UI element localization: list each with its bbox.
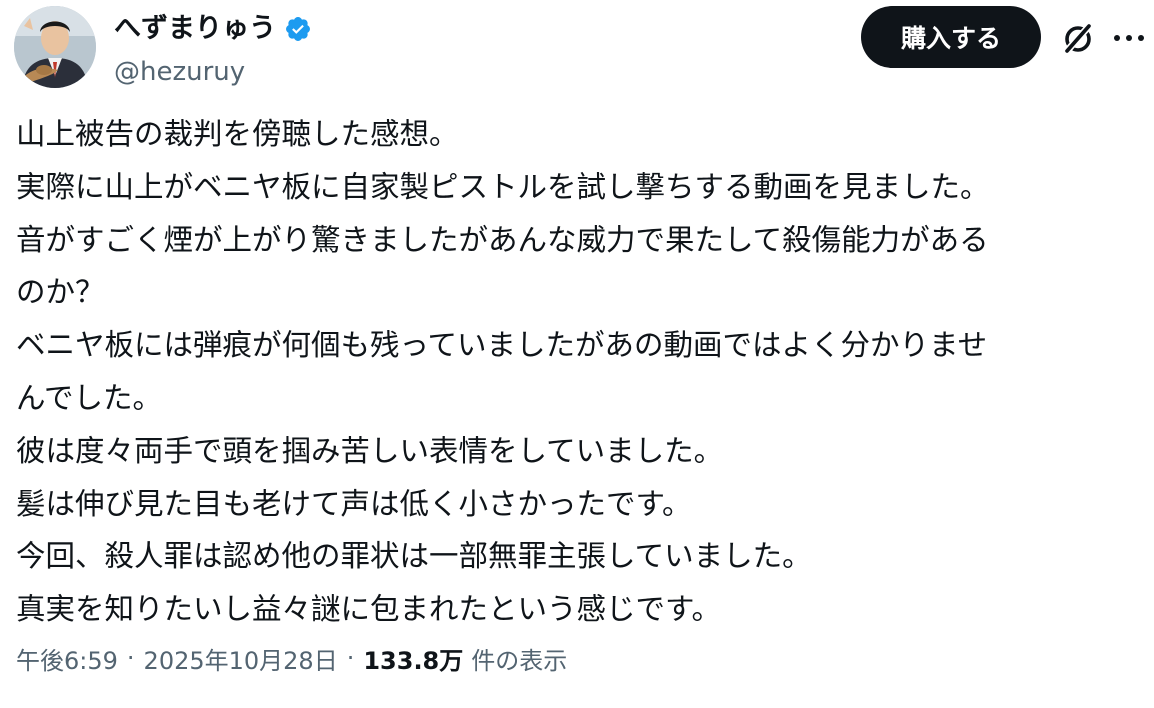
views-label: 件の表示 [471,646,568,675]
tweet-header: へずまりゅう @hezuruy 購入する [14,6,1144,88]
tweet-line: 髪は伸び見た目も老けて声は低く小さかったです。 [16,486,692,521]
tweet-line: のか？ [16,275,105,310]
avatar[interactable] [14,6,96,88]
views-count[interactable]: 133.8万 [363,641,463,676]
tweet-line: 真実を知りたいし益々謎に包まれたという感じです。 [16,592,722,627]
meta-separator: · [126,644,135,672]
avatar-photo-icon [14,6,96,88]
tweet-date[interactable]: 2025年10月28日 [144,641,338,676]
tweet-text: 山上被告の裁判を傍聴した感想。 実際に山上がベニヤ板に自家製ピストルを試し撃ちす… [16,108,1142,636]
buy-button[interactable]: 購入する [861,6,1041,68]
tweet-time[interactable]: 午後6:59 [16,641,118,676]
grok-icon[interactable] [1058,18,1098,58]
tweet-line: 今回、殺人罪は認め他の罪状は一部無罪主張していました。 [16,539,812,574]
author-handle[interactable]: @hezuruy [114,54,312,90]
verified-badge-icon[interactable] [284,15,312,43]
tweet-line: 彼は度々両手で頭を掴み苦しい表情をしていました。 [16,433,724,468]
tweet-line: ベニヤ板には弾痕が何個も残っていましたがあの動画ではよく分かりませ [16,328,988,363]
more-options-icon[interactable] [1109,18,1149,58]
tweet-line: 音がすごく煙が上がり驚きましたがあんな威力で果たして殺傷能力がある [16,222,989,257]
author-names: へずまりゅう @hezuruy [114,10,312,90]
tweet-line: 山上被告の裁判を傍聴した感想。 [16,117,459,151]
display-name-row: へずまりゅう [114,10,312,48]
tweet-line: 実際に山上がベニヤ板に自家製ピストルを試し撃ちする動画を見ました。 [16,169,990,204]
tweet-line: んでした。 [16,380,163,415]
tweet-meta: 午後6:59 · 2025年10月28日 · 133.8万 件の表示 [16,636,567,680]
meta-separator: · [346,644,355,672]
display-name[interactable]: へずまりゅう [114,10,276,48]
